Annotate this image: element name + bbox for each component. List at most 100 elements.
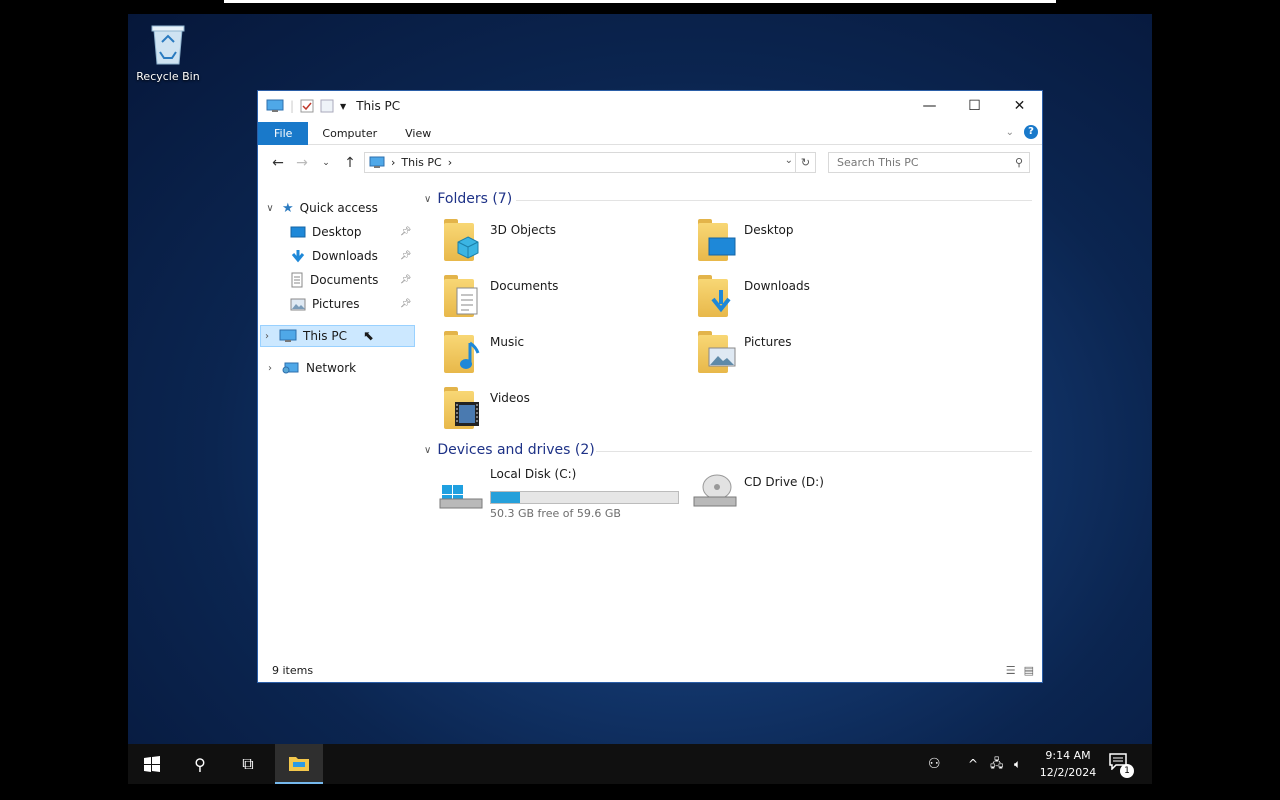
people-icon: ⚇ xyxy=(928,756,941,772)
details-view-icon[interactable]: ☰ xyxy=(1006,664,1016,677)
top-strip xyxy=(224,0,1056,3)
maximize-button[interactable]: ☐ xyxy=(952,91,997,121)
sidebar-item-label: Network xyxy=(306,361,357,375)
folder-music[interactable]: Music xyxy=(424,331,664,381)
folders-group-header[interactable]: ∨ Folders (7) xyxy=(424,191,512,207)
sidebar-item-downloads[interactable]: Downloads 📌︎ xyxy=(290,245,414,267)
quick-access-toolbar: | ▼ xyxy=(258,99,346,113)
back-button[interactable]: ← xyxy=(266,155,290,171)
picture-icon xyxy=(290,298,306,310)
star-icon: ★ xyxy=(282,200,294,216)
search-icon: ⚲ xyxy=(194,754,206,774)
folder-name: Downloads xyxy=(744,279,810,293)
start-button[interactable] xyxy=(128,744,176,784)
help-icon[interactable]: ? xyxy=(1024,125,1038,139)
tab-view[interactable]: View xyxy=(391,122,445,145)
desktop-icon-recycle-bin[interactable]: Recycle Bin xyxy=(132,22,204,83)
folder-documents[interactable]: Documents xyxy=(424,275,664,325)
volume-button[interactable]: 🔈︎ xyxy=(1014,744,1021,784)
task-view-button[interactable]: ⧉ xyxy=(224,744,272,784)
minimize-button[interactable]: — xyxy=(907,91,952,121)
show-hidden-icons-button[interactable]: ^ xyxy=(968,744,978,784)
breadcrumb-this-pc[interactable]: This PC xyxy=(401,156,441,169)
folders-group-title: Folders (7) xyxy=(437,191,513,207)
downloads-folder-icon xyxy=(698,275,736,319)
action-center-button[interactable]: 1 xyxy=(1108,752,1134,778)
folder-downloads[interactable]: Downloads xyxy=(678,275,918,325)
folder-name: Videos xyxy=(490,391,530,405)
sidebar-item-label: Pictures xyxy=(312,297,360,311)
sidebar-item-desktop[interactable]: Desktop 📌︎ xyxy=(290,221,414,243)
sidebar-item-network[interactable]: › Network xyxy=(264,357,356,379)
recent-locations-button[interactable]: ⌄ xyxy=(314,158,338,168)
content-pane: ∨ Folders (7) 3D Objects Desktop Documen… xyxy=(424,191,1034,651)
folder-videos[interactable]: Videos xyxy=(424,387,664,437)
sidebar-item-label: Desktop xyxy=(312,225,362,239)
sidebar-item-this-pc[interactable]: › This PC ⬉ xyxy=(260,325,415,347)
pin-icon[interactable]: 📌︎ xyxy=(400,299,411,309)
tab-file[interactable]: File xyxy=(258,121,309,145)
address-bar[interactable]: › This PC › ⌄ ↻ xyxy=(364,152,816,173)
address-dropdown-icon[interactable]: ⌄ xyxy=(785,155,793,166)
divider xyxy=(516,200,1032,201)
drives-group-header[interactable]: ∨ Devices and drives (2) xyxy=(424,442,595,458)
sidebar-item-pictures[interactable]: Pictures 📌︎ xyxy=(290,293,414,315)
network-tray-button[interactable]: 🖧︎ xyxy=(990,744,1003,784)
document-icon xyxy=(291,272,303,288)
pin-icon[interactable]: 📌︎ xyxy=(400,251,411,261)
customize-qat-icon[interactable]: ▼ xyxy=(340,102,346,111)
expand-ribbon-icon[interactable]: ⌄ xyxy=(1006,127,1014,138)
taskbar: ⚲ ⧉ ⚇ ^ 🖧︎ 🔈︎ 9:14 AM 12/2/2024 1 xyxy=(128,744,1152,784)
refresh-button[interactable]: ↻ xyxy=(795,153,815,172)
chevron-down-icon[interactable]: ∨ xyxy=(424,445,431,456)
chevron-down-icon[interactable]: ∨ xyxy=(264,203,276,214)
notification-badge: 1 xyxy=(1120,764,1134,778)
tab-computer[interactable]: Computer xyxy=(308,122,391,145)
sidebar-item-label: This PC xyxy=(303,329,347,343)
pin-icon[interactable]: 📌︎ xyxy=(400,275,411,285)
clock-time: 9:14 AM xyxy=(1045,749,1091,762)
sidebar-item-label: Downloads xyxy=(312,249,378,263)
file-explorer-taskbar-button[interactable] xyxy=(275,744,323,784)
disk-usage-bar xyxy=(490,491,679,504)
folder-3d-objects[interactable]: 3D Objects xyxy=(424,219,664,269)
file-explorer-icon xyxy=(289,757,309,771)
window-controls: — ☐ ✕ xyxy=(907,91,1042,121)
drive-cd-d[interactable]: CD Drive (D:) xyxy=(692,467,892,517)
title-bar[interactable]: | ▼ This PC — ☐ ✕ xyxy=(258,91,1042,121)
search-icon: ⚲ xyxy=(1014,156,1023,169)
drive-name: CD Drive (D:) xyxy=(744,475,824,489)
forward-button[interactable]: → xyxy=(290,155,314,171)
file-explorer-window: | ▼ This PC — ☐ ✕ File Computer View ⌄ ?… xyxy=(257,90,1043,683)
properties-icon[interactable] xyxy=(300,99,314,113)
breadcrumb-separator-icon[interactable]: › xyxy=(448,156,452,169)
up-button[interactable]: ↑ xyxy=(338,155,362,171)
navigation-bar: ← → ⌄ ↑ › This PC › ⌄ ↻ Search This PC ⚲ xyxy=(258,150,1042,176)
folder-pictures[interactable]: Pictures xyxy=(678,331,918,381)
chevron-right-icon[interactable]: › xyxy=(264,363,276,374)
search-button[interactable]: ⚲ xyxy=(176,744,224,784)
drive-local-disk-c[interactable]: Local Disk (C:) 50.3 GB free of 59.6 GB xyxy=(424,467,684,520)
close-button[interactable]: ✕ xyxy=(997,91,1042,121)
desktop-folder-icon xyxy=(698,219,736,263)
chevron-right-icon[interactable]: › xyxy=(261,331,273,342)
computer-icon xyxy=(369,156,385,168)
desktop-icon xyxy=(290,226,306,237)
speaker-icon: 🔈︎ xyxy=(1014,756,1022,771)
people-button[interactable]: ⚇ xyxy=(928,744,941,784)
recycle-bin-label: Recycle Bin xyxy=(136,70,200,83)
window-title: This PC xyxy=(356,99,401,113)
folder-name: Music xyxy=(490,335,525,349)
large-icons-view-icon[interactable]: ▤ xyxy=(1024,664,1034,677)
chevron-down-icon[interactable]: ∨ xyxy=(424,194,431,205)
search-input[interactable]: Search This PC ⚲ xyxy=(828,152,1030,173)
pin-icon[interactable]: 📌︎ xyxy=(400,227,411,237)
sidebar-item-quick-access[interactable]: ∨ ★ Quick access xyxy=(264,197,378,219)
recycle-bin-icon xyxy=(148,22,188,66)
folder-desktop[interactable]: Desktop xyxy=(678,219,918,269)
clock[interactable]: 9:14 AM 12/2/2024 xyxy=(1036,747,1100,781)
view-buttons: ☰ ▤ xyxy=(1006,664,1034,677)
new-folder-icon[interactable] xyxy=(320,99,334,113)
search-placeholder: Search This PC xyxy=(837,156,919,169)
sidebar-item-documents[interactable]: Documents 📌︎ xyxy=(290,269,414,291)
